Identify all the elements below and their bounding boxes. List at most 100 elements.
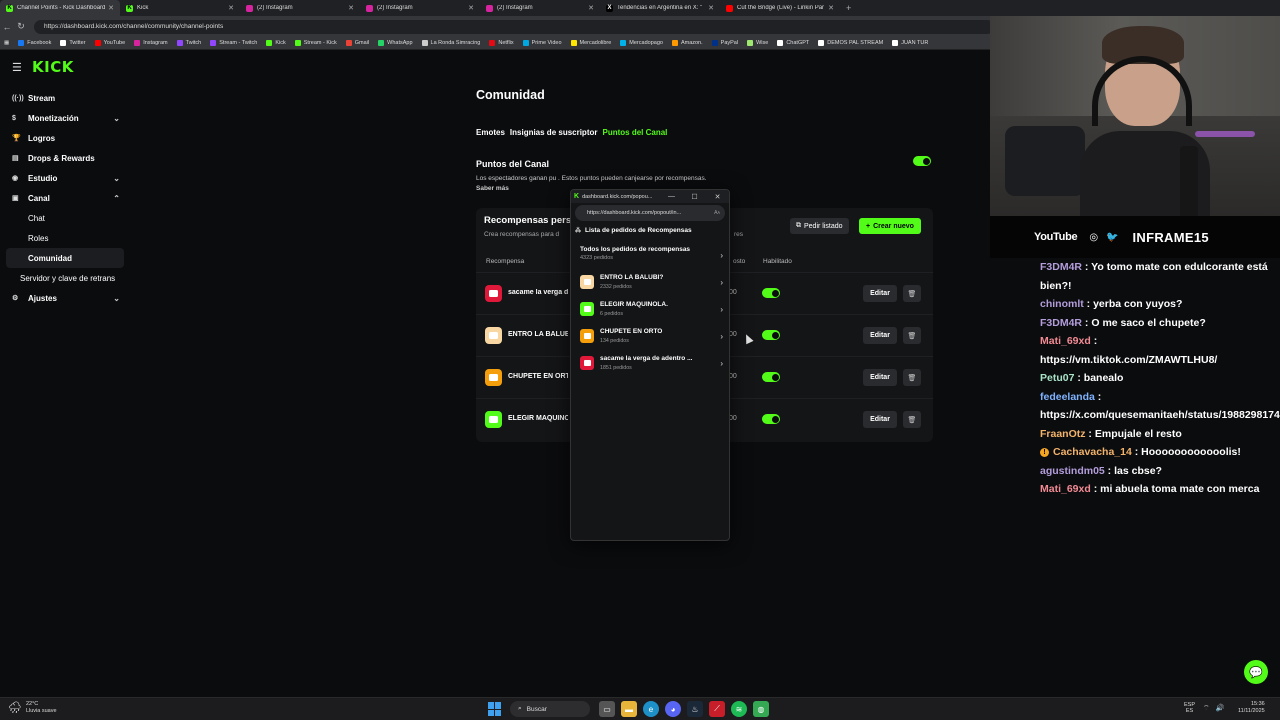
browser-tab[interactable]: (2) Instagram ✕ — [240, 0, 360, 16]
browser-tab[interactable]: K Channel Points - Kick Dashboard ✕ — [0, 0, 120, 16]
reader-mode-icon[interactable]: Aᴀ — [714, 210, 720, 216]
url-input[interactable]: https://dashboard.kick.com/channel/commu… — [34, 19, 994, 34]
trash-icon[interactable]: 🗑 — [903, 285, 921, 302]
browser-tab[interactable]: Cut the Bridge (Live) - Linkin Par ✕ — [720, 0, 840, 16]
bookmark-item[interactable]: Twitch — [176, 40, 201, 46]
kick-logo[interactable]: KICK — [32, 58, 74, 76]
bookmark-item[interactable]: La Ronda Simracing — [421, 40, 480, 46]
speaker-icon[interactable]: 🔊 — [1216, 704, 1225, 712]
minimize-icon[interactable]: — — [660, 193, 683, 201]
bookmark-item[interactable]: Facebook — [18, 40, 51, 46]
sidebar-item-canal[interactable]: ▣ Canal ⌃ — [0, 188, 130, 208]
close-icon[interactable]: ✕ — [706, 193, 729, 201]
sidebar-item-comunidad[interactable]: Comunidad — [6, 248, 124, 268]
browser-tab[interactable]: (2) Instagram ✕ — [360, 0, 480, 16]
maximize-icon[interactable]: ☐ — [683, 193, 706, 201]
create-new-button[interactable]: + Crear nuevo — [859, 218, 921, 234]
app-icon[interactable]: ⟋ — [709, 701, 725, 717]
reward-request-item[interactable]: ENTRÓ LA BALUBI? 2332 pedidos › — [580, 273, 725, 295]
chat-username[interactable]: F3DM4R — [1040, 261, 1082, 273]
tab-insignias-de-suscriptor[interactable]: Insignias de suscriptor — [510, 128, 598, 137]
reward-enabled-toggle[interactable] — [762, 288, 780, 298]
apps-icon[interactable]: ▦ — [4, 40, 9, 46]
bookmark-item[interactable]: Wise — [747, 40, 768, 46]
request-list-button[interactable]: ⧉ Pedir listado — [790, 218, 849, 234]
back-icon[interactable]: ← — [0, 22, 14, 32]
tab-close-icon[interactable]: ✕ — [828, 4, 834, 12]
reward-request-item[interactable]: ELEGIR MAQUINOLA. 6 pedidos › — [580, 300, 725, 322]
reward-enabled-toggle[interactable] — [762, 414, 780, 424]
edit-button[interactable]: Editar — [863, 369, 897, 386]
bookmark-item[interactable]: Mercadolibre — [570, 40, 611, 46]
tab-close-icon[interactable]: ✕ — [708, 4, 714, 12]
sidebar-item-logros[interactable]: 🏆 Logros — [0, 128, 130, 148]
bookmark-item[interactable]: YouTube — [94, 40, 125, 46]
chat-username[interactable]: agustindm05 — [1040, 465, 1105, 477]
reward-enabled-toggle[interactable] — [762, 330, 780, 340]
reload-icon[interactable]: ↻ — [14, 21, 28, 32]
chat-username[interactable]: Cachavacha_14 — [1053, 446, 1132, 458]
browser-tab[interactable]: (2) Instagram ✕ — [480, 0, 600, 16]
windows-start-icon[interactable] — [488, 702, 502, 716]
hamburger-menu-icon[interactable]: ☰ — [12, 61, 22, 74]
chat-bubble-icon[interactable]: 💬 — [1244, 660, 1268, 684]
tab-close-icon[interactable]: ✕ — [588, 4, 594, 12]
language-indicator[interactable]: ESP ES — [1184, 702, 1195, 714]
browser-tab[interactable]: K Kick ✕ — [120, 0, 240, 16]
bookmark-item[interactable]: Gmail — [345, 40, 369, 46]
chat-username[interactable]: Mati_69xd — [1040, 335, 1091, 347]
tab-emotes[interactable]: Emotes — [476, 128, 505, 137]
sidebar-item-stream[interactable]: ((·)) Stream — [0, 88, 130, 108]
all-reward-requests-item[interactable]: Todos los pedidos de recompensas 4323 pe… — [580, 246, 725, 261]
sidebar-item-servidor-y-clave-de-retrans[interactable]: Servidor y clave de retrans — [0, 268, 130, 288]
taskbar-search[interactable]: ⌕ Buscar — [510, 701, 590, 717]
tab-close-icon[interactable]: ✕ — [348, 4, 354, 12]
chat-username[interactable]: Petu07 — [1040, 372, 1074, 384]
task-view-icon[interactable]: ▭ — [599, 701, 615, 717]
bookmark-item[interactable]: ChatGPT — [777, 40, 809, 46]
channel-points-toggle[interactable] — [913, 156, 931, 166]
bookmark-item[interactable]: WhatsApp — [378, 40, 413, 46]
bookmark-item[interactable]: Prime Video — [522, 40, 562, 46]
weather-widget[interactable]: 🌧 22°C Lluvia suave — [8, 701, 57, 714]
bookmark-item[interactable]: PayPal — [711, 40, 738, 46]
edge-icon[interactable]: e — [643, 701, 659, 717]
bookmark-item[interactable]: Twitter — [60, 40, 86, 46]
chat-username[interactable]: chinomlt — [1040, 298, 1084, 310]
bookmark-item[interactable]: Netflix — [489, 40, 514, 46]
bookmark-item[interactable]: Stream - Kick — [294, 40, 337, 46]
sidebar-item-monetizaci-n[interactable]: $ Monetización ⌄ — [0, 108, 130, 128]
chat-username[interactable]: Mati_69xd — [1040, 483, 1091, 495]
tab-close-icon[interactable]: ✕ — [228, 4, 234, 12]
chrome-icon[interactable]: ◍ — [753, 701, 769, 717]
bookmark-item[interactable]: Instagram — [134, 40, 168, 46]
trash-icon[interactable]: 🗑 — [903, 369, 921, 386]
sidebar-item-drops-rewards[interactable]: ▤ Drops & Rewards — [0, 148, 130, 168]
sidebar-item-roles[interactable]: Roles — [0, 228, 130, 248]
spotify-icon[interactable]: ≋ — [731, 701, 747, 717]
sidebar-item-estudio[interactable]: ◉ Estudio ⌄ — [0, 168, 130, 188]
edit-button[interactable]: Editar — [863, 327, 897, 344]
discord-icon[interactable]: ◕ — [665, 701, 681, 717]
bookmark-item[interactable]: Mercadopago — [620, 40, 663, 46]
reward-request-item[interactable]: CHUPETE EN ORTO 134 pedidos › — [580, 327, 725, 349]
bookmark-item[interactable]: Kick — [266, 40, 286, 46]
browser-tab[interactable]: X Tendencias en Argentina en X: " ✕ — [600, 0, 720, 16]
tab-close-icon[interactable]: ✕ — [108, 4, 114, 12]
steam-icon[interactable]: ♨ — [687, 701, 703, 717]
file-explorer-icon[interactable]: ▬ — [621, 701, 637, 717]
sidebar-item-chat[interactable]: Chat — [0, 208, 130, 228]
tab-puntos-del-canal[interactable]: Puntos del Canal — [602, 128, 667, 137]
learn-more-link[interactable]: Saber más — [476, 185, 509, 192]
edit-button[interactable]: Editar — [863, 285, 897, 302]
reward-enabled-toggle[interactable] — [762, 372, 780, 382]
chat-username[interactable]: fedeelanda — [1040, 391, 1095, 403]
sidebar-item-ajustes[interactable]: ⚙ Ajustes ⌄ — [0, 288, 130, 308]
trash-icon[interactable]: 🗑 — [903, 327, 921, 344]
bookmark-item[interactable]: Amazon. — [671, 40, 703, 46]
bookmark-item[interactable]: Stream - Twitch — [210, 40, 257, 46]
edit-button[interactable]: Editar — [863, 411, 897, 428]
reward-request-item[interactable]: sacame la verga de adentro ... 1851 pedid… — [580, 354, 725, 376]
new-tab-button[interactable]: + — [840, 3, 857, 13]
bookmark-item[interactable]: JUAN TUR — [892, 40, 928, 46]
